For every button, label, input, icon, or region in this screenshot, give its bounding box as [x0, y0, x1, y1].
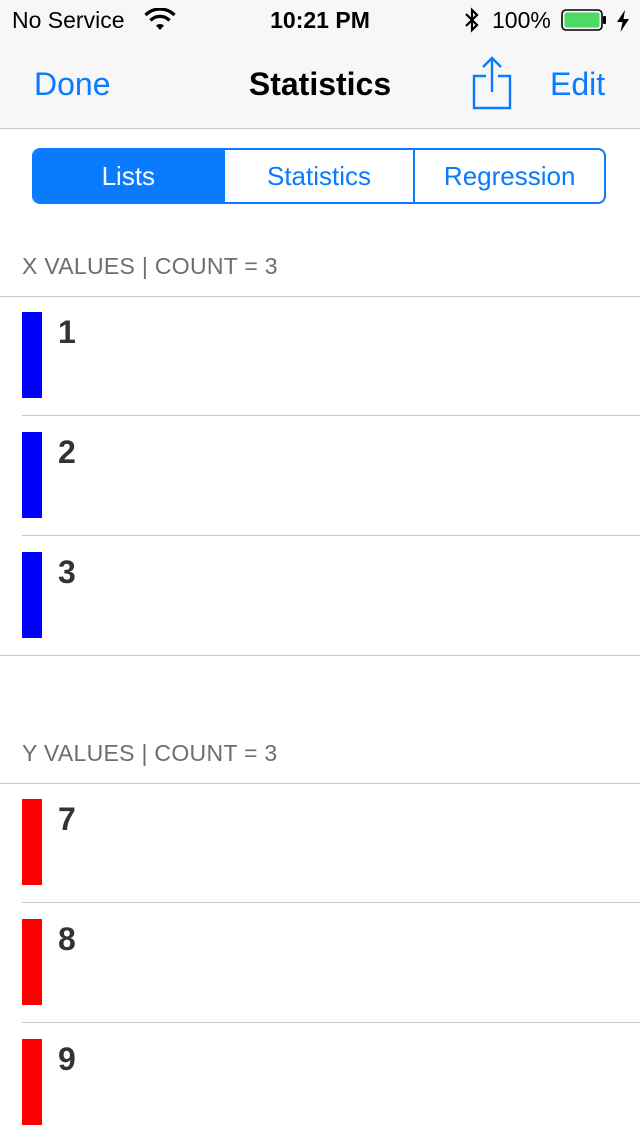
battery-percent: 100% [492, 7, 551, 33]
x-value: 2 [58, 434, 76, 470]
tab-regression[interactable]: Regression [413, 150, 604, 202]
x-value: 3 [58, 554, 76, 590]
status-bar: No Service 10:21 PM 100% [0, 0, 640, 40]
y-color-marker [22, 799, 42, 885]
bluetooth-icon [465, 7, 479, 33]
y-values-header: Y VALUES | COUNT = 3 [22, 740, 278, 766]
x-value: 1 [58, 314, 76, 350]
x-value-row-1[interactable]: 1 [0, 296, 640, 416]
x-value-row-2[interactable]: 2 [0, 416, 640, 536]
y-color-marker [22, 919, 42, 1005]
view-segmented-control: Lists Statistics Regression [32, 148, 606, 204]
tab-lists[interactable]: Lists [34, 150, 223, 202]
x-values-header: X VALUES | COUNT = 3 [22, 253, 278, 279]
charging-icon [617, 10, 629, 32]
y-value: 7 [58, 801, 76, 837]
edit-button[interactable]: Edit [550, 66, 605, 103]
y-value-row-1[interactable]: 7 [0, 783, 640, 903]
share-icon[interactable] [472, 56, 512, 110]
tab-statistics[interactable]: Statistics [222, 150, 414, 202]
y-value-row-3[interactable]: 9 [0, 1023, 640, 1143]
y-value: 9 [58, 1041, 76, 1077]
x-value-row-3[interactable]: 3 [0, 536, 640, 656]
y-value: 8 [58, 921, 76, 957]
battery-icon [561, 9, 606, 31]
navigation-bar: Done Statistics Edit [0, 40, 640, 129]
x-color-marker [22, 312, 42, 398]
page-title: Statistics [248, 66, 392, 102]
y-value-row-2[interactable]: 8 [0, 903, 640, 1023]
x-color-marker [22, 432, 42, 518]
y-color-marker [22, 1039, 42, 1125]
x-color-marker [22, 552, 42, 638]
x-section-bottom-separator [0, 655, 640, 656]
